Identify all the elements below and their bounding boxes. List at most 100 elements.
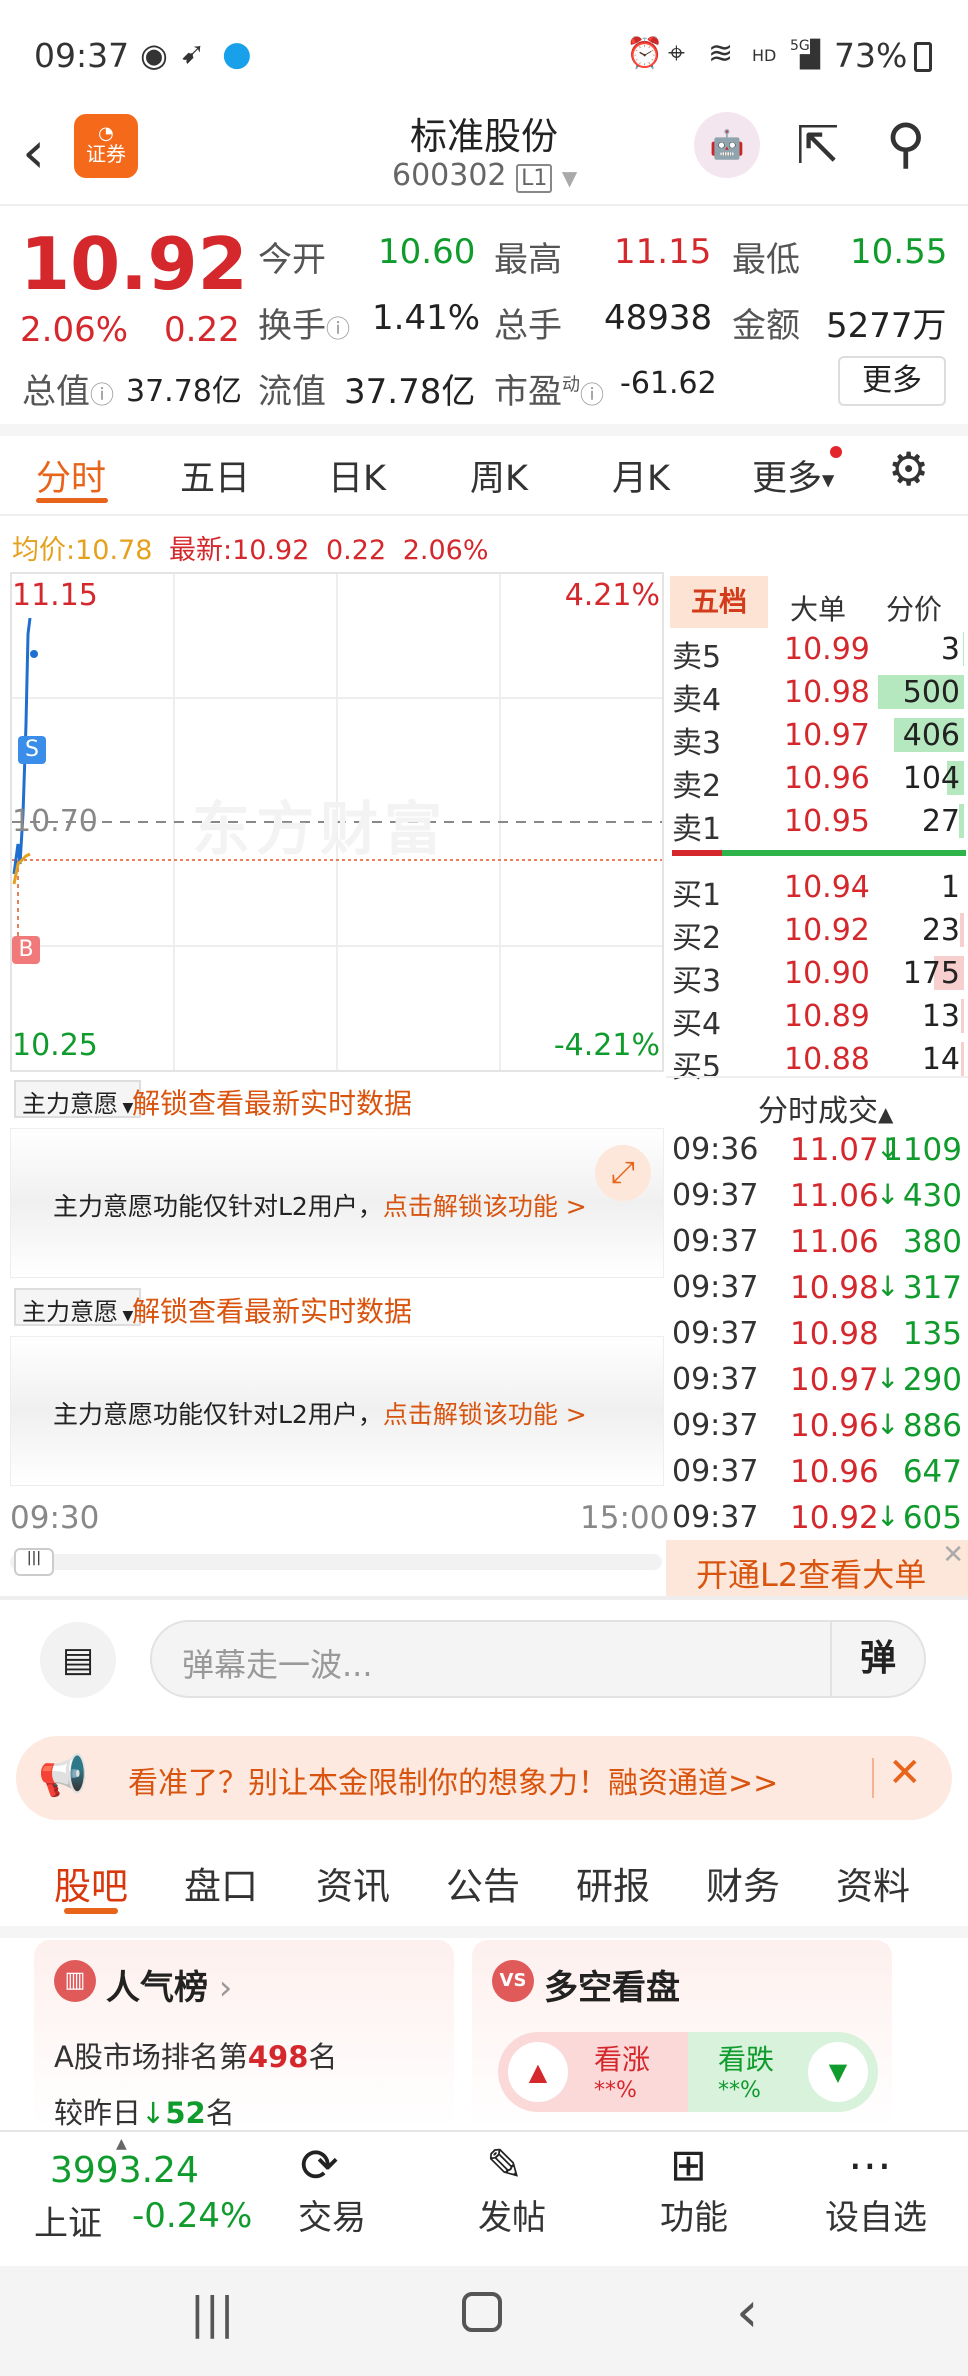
tab-research[interactable]: 研报 — [576, 1856, 650, 1910]
level-volume: 14 — [921, 1042, 960, 1077]
nav-add-watchlist[interactable]: 设自选 — [806, 2190, 946, 2239]
tick-volume: 430 — [902, 1178, 962, 1214]
avg-label: 均价: — [12, 535, 76, 566]
tab-price-dist[interactable]: 分价 — [886, 588, 942, 628]
order-level-row[interactable]: 买3 10.90 175 — [666, 952, 966, 999]
bear-button[interactable]: 看跌 **% ▼ — [688, 2032, 878, 2112]
danmu-input[interactable]: 弹幕走一波... 弹 — [150, 1620, 926, 1698]
turnover-label-text: 换手 — [258, 306, 326, 346]
caret-up-icon: ▲ — [878, 1102, 894, 1126]
order-level-row[interactable]: 卖1 10.95 27 — [666, 800, 966, 847]
tab-five-levels[interactable]: 五档 — [670, 576, 768, 628]
tab-financials[interactable]: 财务 — [706, 1856, 780, 1910]
bear-label: 看跌 — [718, 2043, 775, 2076]
tab-news[interactable]: 资讯 — [316, 1856, 390, 1910]
status-bar: 09:37 ◉ ➹ ● ⏰ ⌖ ≋ HD 5G ▟ 73% — [0, 0, 968, 110]
pe-value: -61.62 — [620, 366, 717, 401]
tab-five-day[interactable]: 五日 — [180, 450, 250, 501]
active-tab-indicator — [36, 498, 108, 503]
locked-panel-2: 主力意愿功能仅针对L2用户，点击解锁该功能 > — [10, 1336, 664, 1486]
buy-marker[interactable]: B — [12, 936, 40, 964]
close-icon[interactable]: ✕ — [942, 1540, 964, 1570]
open-label: 今开 — [258, 240, 326, 280]
intent-select-1[interactable]: 主力意愿 ▼ — [14, 1080, 142, 1118]
more-button[interactable]: 更多 — [838, 356, 946, 406]
level-badge: L1 — [516, 164, 553, 193]
order-level-row[interactable]: 买2 10.92 23 — [666, 909, 966, 956]
order-level-row[interactable]: 卖2 10.96 104 — [666, 757, 966, 804]
watermark: 东方财富 — [192, 795, 449, 863]
nav-post[interactable]: 发帖 — [442, 2190, 582, 2239]
unlock-link-2[interactable]: 解锁查看最新实时数据 — [132, 1290, 412, 1330]
pe-label[interactable]: 市盈动ⓘ — [494, 364, 604, 413]
share-icon[interactable]: ⇱ — [796, 116, 840, 176]
nav-trade[interactable]: 交易 — [262, 2190, 402, 2239]
index-value: 3993.24 — [50, 2150, 199, 2191]
rank-prefix: A股市场排名第 — [54, 2040, 248, 2074]
popularity-card[interactable]: ▥ 人气榜 › A股市场排名第498名 较昨日↓52名 — [34, 1940, 454, 2130]
bull-bear-card[interactable]: VS 多空看盘 ▲ 看涨 **% 看跌 **% ▼ — [472, 1940, 892, 2130]
y-max-label: 11.15 — [12, 578, 98, 613]
tick-time: 09:37 — [672, 1362, 759, 1397]
tab-more[interactable]: 更多▼ — [752, 450, 834, 501]
bull-button[interactable]: ▲ 看涨 **% — [498, 2032, 688, 2112]
tick-volume: 290 — [902, 1362, 962, 1398]
level-label: 买1 — [672, 878, 722, 913]
tick-price: 11.06 — [790, 1224, 879, 1260]
nav-functions[interactable]: 功能 — [624, 2190, 764, 2239]
turnover-label[interactable]: 换手ⓘ — [258, 298, 350, 347]
tab-more-label: 更多 — [752, 459, 823, 499]
hd-indicator: HD — [752, 46, 777, 65]
expand-icon[interactable]: ⤢ — [595, 1145, 651, 1201]
tab-forum[interactable]: 股吧 — [54, 1856, 128, 1910]
l2-banner[interactable]: 开通L2查看大单 ✕ — [666, 1540, 968, 1596]
status-time: 09:37 — [34, 36, 130, 75]
order-level-row[interactable]: 买4 10.89 13 — [666, 995, 966, 1042]
index-ticker[interactable]: ▲ 3993.24 上证 -0.24% — [0, 2136, 252, 2264]
wifi-icon: ≋ — [708, 36, 734, 71]
tab-announcements[interactable]: 公告 — [446, 1856, 520, 1910]
robot-avatar[interactable]: 🤖 — [694, 112, 760, 178]
recent-apps-icon[interactable]: ||| — [190, 2288, 234, 2339]
order-level-row[interactable]: 卖5 10.99 3 — [666, 628, 966, 675]
order-level-row[interactable]: 卖3 10.97 406 — [666, 714, 966, 761]
mcap-label[interactable]: 总值ⓘ — [22, 364, 114, 413]
chart-scrollbar[interactable]: ||| — [10, 1548, 662, 1576]
tab-monthly-k[interactable]: 月K — [612, 450, 670, 501]
change-prefix: 较昨日 — [54, 2096, 142, 2130]
sell-marker[interactable]: S — [18, 736, 46, 764]
gear-icon[interactable]: ⚙ — [888, 442, 929, 496]
level-volume: 406 — [902, 718, 960, 753]
dropdown-icon: ▼ — [822, 470, 835, 490]
search-icon[interactable]: ⚲ — [886, 112, 926, 175]
order-level-row[interactable]: 买5 10.88 14 — [666, 1038, 966, 1085]
tab-daily-k[interactable]: 日K — [328, 450, 386, 501]
order-level-row[interactable]: 卖4 10.98 500 — [666, 671, 966, 718]
tab-intraday[interactable]: 分时 — [36, 450, 106, 501]
close-icon[interactable]: ✕ — [888, 1750, 922, 1796]
unlock-cta[interactable]: 点击解锁该功能 > — [383, 1400, 587, 1429]
ticks-title[interactable]: 分时成交▲ — [758, 1086, 893, 1130]
order-level-row[interactable]: 买1 10.94 1 — [666, 866, 966, 913]
tab-market-depth[interactable]: 盘口 — [184, 1856, 258, 1910]
stock-code[interactable]: 600302 L1 ▼ — [392, 158, 577, 193]
tab-weekly-k[interactable]: 周K — [470, 450, 528, 501]
promo-banner[interactable]: 📢 看准了？别让本金限制你的想象力！融资通道>> ✕ — [16, 1736, 952, 1820]
promo-text: 看准了？别让本金限制你的想象力！融资通道>> — [128, 1766, 779, 1801]
intraday-chart[interactable]: 东方财富 11.15 4.21% 10.70 10.25 -4.21% S B — [10, 572, 664, 1072]
volume-label: 总手 — [494, 306, 562, 346]
home-icon[interactable] — [462, 2292, 502, 2332]
back-nav-icon[interactable]: ‹ — [736, 2280, 758, 2345]
level-label: 买3 — [672, 964, 722, 999]
compose-icon: ✎ — [486, 2140, 523, 2191]
tab-big-orders[interactable]: 大单 — [790, 588, 846, 628]
danmu-settings-icon[interactable]: ▤ — [40, 1622, 116, 1698]
unlock-cta[interactable]: 点击解锁该功能 > — [383, 1192, 587, 1221]
scroll-handle-icon[interactable]: ||| — [14, 1548, 54, 1576]
tick-arrow: ↓ — [876, 1500, 900, 1533]
intent-select-2[interactable]: 主力意愿 ▼ — [14, 1288, 142, 1326]
tab-profile[interactable]: 资料 — [836, 1856, 910, 1910]
unlock-link-1[interactable]: 解锁查看最新实时数据 — [132, 1082, 412, 1122]
pct-change: 2.06% — [20, 310, 129, 350]
danmu-toggle-button[interactable]: 弹 — [830, 1622, 924, 1696]
